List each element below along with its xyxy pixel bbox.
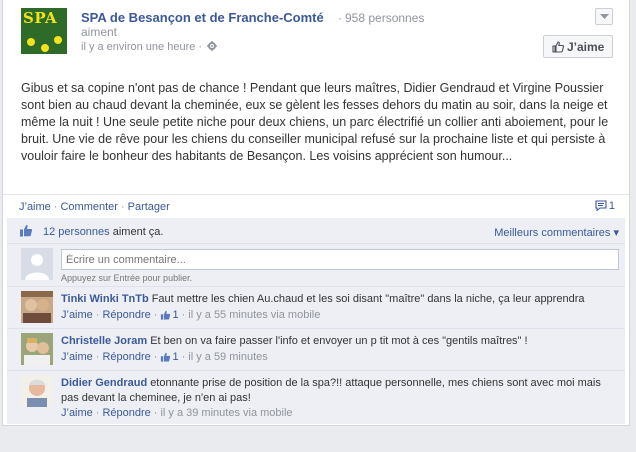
comment-order-dropdown[interactable]: Meilleurs commentaires ▾: [494, 226, 619, 239]
comment-likes-count[interactable]: 1: [160, 309, 179, 321]
avatar-photo: [21, 333, 53, 365]
thumbs-up-icon: [552, 41, 564, 53]
thumbs-up-icon: [20, 225, 33, 237]
comment-link[interactable]: Commenter: [60, 201, 117, 213]
avatar[interactable]: [21, 333, 53, 365]
comment-author[interactable]: Tinki Winki TnTb: [61, 293, 149, 305]
comment-likes-value: 1: [172, 351, 179, 363]
comment-item: Didier Gendraud etonnante prise de positi…: [7, 372, 625, 424]
likes-suffix: aiment ça.: [112, 226, 164, 238]
comment-input[interactable]: [61, 249, 619, 270]
comment-like-link[interactable]: J’aime: [61, 407, 93, 419]
separator: ·: [120, 201, 125, 213]
comment-count[interactable]: 1: [595, 200, 615, 212]
gear-icon[interactable]: [207, 41, 218, 51]
avatar: [21, 248, 53, 280]
comment-body: Didier Gendraud etonnante prise de positi…: [61, 376, 621, 406]
comment-time[interactable]: il y a 59 minutes: [188, 351, 267, 363]
thumbs-up-icon: [161, 352, 171, 362]
comment-reply-link[interactable]: Répondre: [102, 309, 150, 321]
logo-text: SPA: [23, 9, 58, 27]
post-timestamp-text[interactable]: il y a environ une heure: [81, 41, 195, 53]
post-card: SPA SPA de Besançon et de Franche-Comté …: [2, 0, 630, 426]
like-post-link[interactable]: J’aime: [19, 201, 51, 213]
comment-text: Faut mettre les chien Au.chaud et les so…: [151, 293, 585, 305]
page-likes-count: · 958 personnes: [338, 11, 425, 25]
post-menu-button[interactable]: [595, 8, 613, 25]
post-header: SPA SPA de Besançon et de Franche-Comté …: [21, 8, 613, 64]
comment-likes-value: 1: [172, 309, 179, 321]
comment-author[interactable]: Didier Gendraud: [61, 377, 147, 389]
composer-hint: Appuyez sur Entrée pour publier.: [61, 273, 193, 283]
page-name-link[interactable]: SPA de Besançon et de Franche-Comté: [81, 10, 324, 25]
post-body-text: Gibus et sa copine n'ont pas de chance !…: [21, 81, 609, 163]
avatar-photo: [21, 291, 53, 323]
separator: ·: [53, 201, 58, 213]
comment-reply-link[interactable]: Répondre: [102, 407, 150, 419]
paw-icon: [27, 38, 35, 46]
comment-time[interactable]: il y a 55 minutes via mobile: [188, 309, 320, 321]
comment-time[interactable]: il y a 39 minutes via mobile: [160, 407, 292, 419]
feedback-section: 12 personnes aiment ça. Meilleurs commen…: [7, 218, 625, 424]
post-timestamp[interactable]: il y a environ une heure ·: [81, 41, 218, 53]
chevron-down-icon: [600, 14, 609, 19]
comment-meta: J’aime · Répondre · 1 · il y a 55 minutes via …: [61, 309, 321, 321]
likes-summary: 12 personnes aiment ça. Meilleurs commen…: [7, 218, 625, 244]
comment-like-link[interactable]: J’aime: [61, 351, 93, 363]
comment-bubble-icon: [595, 200, 607, 212]
comment-body: Tinki Winki TnTb Faut mettre les chien Au…: [61, 292, 621, 307]
likers-link[interactable]: 12 personnes: [43, 226, 110, 238]
comment-likes-count[interactable]: 1: [160, 351, 179, 363]
comment-meta: J’aime · Répondre · il y a 39 minutes via mo…: [61, 407, 293, 419]
comment-item: Christelle Joram Et ben on va faire passe…: [7, 330, 625, 371]
page-logo[interactable]: SPA: [21, 8, 67, 54]
comment-author[interactable]: Christelle Joram: [61, 335, 147, 347]
avatar[interactable]: [21, 291, 53, 323]
comment-item: Tinki Winki TnTb Faut mettre les chien Au…: [7, 288, 625, 329]
default-user-icon: [25, 254, 49, 280]
comment-body: Christelle Joram Et ben on va faire passe…: [61, 334, 621, 349]
thumbs-up-icon: [161, 310, 171, 320]
avatar[interactable]: [21, 375, 53, 407]
share-link[interactable]: Partager: [128, 201, 170, 213]
like-page-button[interactable]: J’aime: [543, 35, 613, 58]
paw-icon: [41, 44, 49, 52]
comment-text: Et ben on va faire passer l'info et envo…: [150, 335, 528, 347]
comment-meta: J’aime · Répondre · 1 · il y a 59 minutes: [61, 351, 268, 363]
paw-icon: [54, 36, 62, 44]
avatar-photo: [21, 375, 53, 407]
comment-count-value: 1: [608, 200, 615, 212]
comment-composer: Appuyez sur Entrée pour publier.: [7, 245, 625, 287]
post-action-bar: J’aime · Commenter · Partager 1: [3, 194, 629, 216]
comment-like-link[interactable]: J’aime: [61, 309, 93, 321]
comment-reply-link[interactable]: Répondre: [102, 351, 150, 363]
page-likes-suffix: aiment: [81, 25, 118, 39]
page-likes-count-text: 958 personnes: [345, 11, 425, 25]
like-page-label: J’aime: [567, 40, 605, 54]
